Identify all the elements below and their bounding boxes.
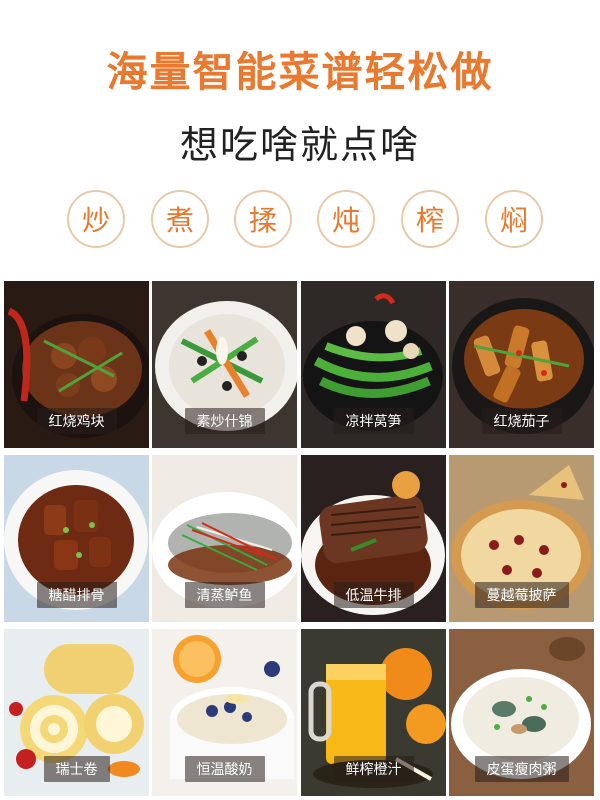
recipe-label: 素炒什锦 [184, 408, 265, 434]
recipe-label: 凉拌莴笋 [333, 408, 414, 434]
page-subtitle: 想吃啥就点啥 [179, 123, 420, 167]
recipe-label: 蔓越莓披萨 [474, 582, 569, 608]
method-men: 焖 [485, 190, 543, 248]
recipe-label: 低温牛排 [333, 582, 414, 608]
method-zhu: 煮 [151, 190, 209, 248]
recipe-tile-ruishi-juan[interactable]: 瑞士卷 [4, 629, 149, 796]
method-zha: 榨 [401, 190, 459, 248]
recipe-label: 鲜榨橙汁 [333, 756, 414, 782]
recipe-tile-manyuemei-pisa[interactable]: 蔓越莓披萨 [449, 455, 594, 622]
method-dun: 炖 [317, 190, 375, 248]
recipe-tile-xianzha-chengzhi[interactable]: 鲜榨橙汁 [301, 629, 446, 796]
recipe-label: 糖醋排骨 [36, 582, 117, 608]
recipe-tile-diwen-niupai[interactable]: 低温牛排 [301, 455, 446, 622]
method-chao: 炒 [67, 190, 125, 248]
recipe-tile-hongshao-qiezi[interactable]: 红烧茄子 [449, 281, 594, 448]
recipe-tile-qingzheng-luyu[interactable]: 清蒸鲈鱼 [152, 455, 297, 622]
recipe-tile-tangcu-paigu[interactable]: 糖醋排骨 [4, 455, 149, 622]
recipe-tile-sucha-shijin[interactable]: 素炒什锦 [152, 281, 297, 448]
cooking-methods: 炒 煮 揉 炖 榨 焖 [0, 190, 600, 248]
recipe-label: 恒温酸奶 [184, 756, 265, 782]
recipe-tile-hengwen-suannai[interactable]: 恒温酸奶 [152, 629, 297, 796]
recipe-label: 红烧鸡块 [36, 408, 117, 434]
recipe-label: 皮蛋瘦肉粥 [474, 756, 569, 782]
method-rou: 揉 [234, 190, 292, 248]
page-title: 海量智能菜谱轻松做 [106, 48, 494, 96]
recipe-label: 红烧茄子 [481, 408, 562, 434]
recipe-promo-page: 海量智能菜谱轻松做 想吃啥就点啥 炒 煮 揉 炖 榨 焖 红烧鸡块 素炒什锦 凉… [0, 0, 600, 800]
recipe-label: 瑞士卷 [43, 756, 110, 782]
recipe-label: 清蒸鲈鱼 [184, 582, 265, 608]
recipe-tile-pidan-shourou-zhou[interactable]: 皮蛋瘦肉粥 [449, 629, 594, 796]
recipe-tile-hongshao-jikuai[interactable]: 红烧鸡块 [4, 281, 149, 448]
recipe-tile-liangban-wosun[interactable]: 凉拌莴笋 [301, 281, 446, 448]
recipe-grid: 红烧鸡块 素炒什锦 凉拌莴笋 红烧茄子 糖醋排骨 清蒸鲈鱼 低温牛排 蔓越莓披萨… [4, 281, 596, 796]
